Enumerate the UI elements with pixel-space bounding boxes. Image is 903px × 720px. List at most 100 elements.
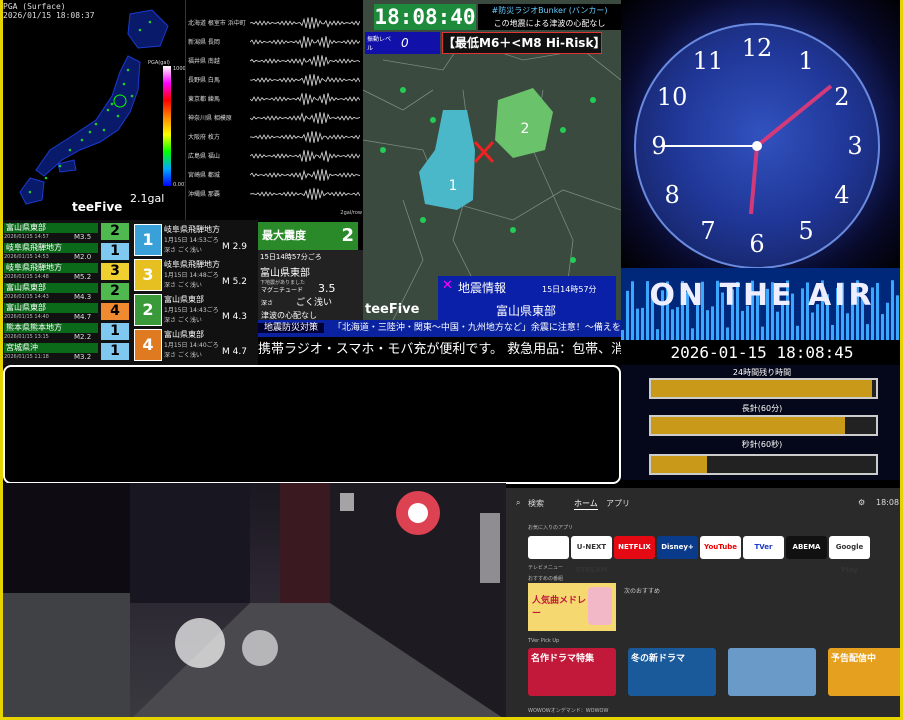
bunker-title: #防災ラジオBunker (バンカー) bbox=[491, 6, 608, 15]
quake-card: 3 岐阜県飛騨地方 1月15日 14:48ごろ 深さ ごく浅い M 5.2 bbox=[134, 257, 256, 291]
card-mag: M 4.3 bbox=[222, 312, 247, 322]
history-time: 2026/01/15 14:53 bbox=[4, 254, 49, 260]
tver-card[interactable] bbox=[728, 648, 816, 696]
ticker-scroll: 携帯ラジオ・スマホ・モバ充が便利です。 救急用品：包帯、消毒液、常 bbox=[258, 337, 621, 362]
card-place: 岐阜県飛騨地方 bbox=[164, 225, 220, 234]
app-tile[interactable]: NETFLIX bbox=[614, 536, 655, 559]
onair-text: ON THE AIR bbox=[649, 278, 875, 313]
analog-clock: 12 1234567891011 bbox=[634, 23, 880, 269]
waveform-row: 大阪府 枚方 bbox=[186, 130, 364, 145]
card-place: 富山県東部 bbox=[164, 295, 204, 304]
bunker-box: #防災ラジオBunker (バンカー) この地震による津波の心配なし bbox=[478, 4, 621, 30]
history-mag: M2.2 bbox=[74, 333, 92, 341]
pga-scale-max: 1000 bbox=[173, 66, 186, 72]
promo-right-title: 次のおすすめ bbox=[624, 588, 661, 595]
bar-minute bbox=[649, 415, 878, 436]
history-intensity: 1 bbox=[101, 243, 129, 260]
card-time: 1月15日 14:53ごろ bbox=[164, 237, 219, 244]
card-mag: M 5.2 bbox=[222, 277, 247, 287]
card-depth: 深さ ごく浅い bbox=[164, 282, 202, 289]
card-intensity: 4 bbox=[134, 329, 162, 361]
bar-second-label: 秒針(60秒) bbox=[741, 440, 783, 449]
history-intensity: 1 bbox=[101, 343, 129, 360]
history-mag: M4.3 bbox=[74, 293, 92, 301]
waveform-row: 福井県 南越 bbox=[186, 55, 364, 69]
history-place: 富山県東部 bbox=[4, 303, 98, 313]
tv-time: 18:08 bbox=[876, 498, 900, 507]
promo-card[interactable]: 人気曲メドレー bbox=[528, 583, 616, 631]
card-place: 富山県東部 bbox=[164, 330, 204, 339]
tver-card[interactable]: 冬の新ドラマ bbox=[628, 648, 716, 696]
history-intensity: 3 bbox=[101, 263, 129, 280]
waveform-row: 北海道 根室市 浜中町 bbox=[186, 17, 364, 31]
app-tile[interactable]: U-NEXT STREAM bbox=[571, 536, 612, 574]
history-place: 宮城県沖 bbox=[4, 343, 98, 353]
card-depth: 深さ ごく浅い bbox=[164, 352, 202, 359]
station-label: 新潟県 長岡 bbox=[188, 39, 220, 46]
search-tab[interactable]: 検索 bbox=[528, 498, 544, 509]
card-intensity: 1 bbox=[134, 224, 162, 256]
search-icon[interactable]: ⌕ bbox=[516, 498, 520, 508]
history-place: 岐阜県飛騨地方 bbox=[4, 263, 98, 273]
epicenter-box: 15日14時57分ごろ 富山県東部 下地震がありました マグニチュード 3.5 … bbox=[258, 250, 363, 320]
history-mag: M2.0 bbox=[74, 253, 92, 261]
card-time: 1月15日 14:48ごろ bbox=[164, 272, 219, 279]
card-time: 1月15日 14:40ごろ bbox=[164, 342, 219, 349]
history-mag: M3.5 bbox=[74, 233, 92, 241]
app-tile[interactable] bbox=[528, 536, 569, 559]
app-tile[interactable]: ABEMA bbox=[786, 536, 827, 559]
bunker-subtitle: この地震による津波の心配なし bbox=[493, 19, 606, 28]
history-place: 熊本県熊本地方 bbox=[4, 323, 98, 333]
app-tile[interactable]: TVer bbox=[743, 536, 784, 559]
history-panel: 富山県東部 2026/01/15 14:57 M3.5 2 岐阜県飛騨地方 2026/01… bbox=[0, 220, 258, 365]
waveform-panel: 北海道 根室市 浜中町 新潟県 長岡 福井県 南越 長野県 白馬 東京都 練馬 神奈川県 … bbox=[185, 0, 364, 220]
card-mag: M 4.7 bbox=[222, 347, 247, 357]
bar-second bbox=[649, 454, 878, 475]
clock-numeral: 4 bbox=[834, 181, 849, 209]
app-tile[interactable]: YouTube bbox=[700, 536, 741, 559]
blank-panel bbox=[3, 365, 621, 484]
history-row: 富山県東部 2026/01/15 14:57 M3.5 2 bbox=[2, 222, 130, 241]
card-intensity: 2 bbox=[134, 294, 162, 326]
waveform-row: 神奈川県 相模原 bbox=[186, 111, 364, 126]
clock-numeral: 2 bbox=[834, 83, 849, 111]
quake-card: 1 岐阜県飛騨地方 1月15日 14:53ごろ 深さ ごく浅い M 2.9 bbox=[134, 222, 256, 256]
waveform-row: 長野県 白馬 bbox=[186, 74, 364, 88]
max-intensity-value: 2 bbox=[341, 225, 354, 246]
history-time: 2026/01/15 14:48 bbox=[4, 274, 49, 280]
clock-numeral: 12 bbox=[742, 34, 773, 62]
bar-24h bbox=[649, 378, 878, 399]
clock-numeral: 5 bbox=[798, 217, 813, 245]
history-place: 岐阜県飛騨地方 bbox=[4, 243, 98, 253]
tv-menu-label: テレビメニュー bbox=[528, 565, 564, 571]
apps-tab[interactable]: アプリ bbox=[606, 498, 630, 509]
camera-scene bbox=[0, 483, 506, 720]
history-mag: M4.7 bbox=[74, 313, 92, 321]
promo-title: 人気曲メドレー bbox=[532, 596, 587, 619]
epicenter-depth: ごく浅い bbox=[296, 298, 333, 308]
history-time: 2026/01/15 13:15 bbox=[4, 334, 49, 340]
card-mag: M 2.9 bbox=[222, 242, 247, 252]
analog-clock-panel: 12 1 2 3 4 5 6 7 8 9 10 11 bbox=[621, 0, 903, 270]
epicenter-depth-label: 深さ bbox=[261, 300, 274, 307]
recommend-label: おすすめの番組 bbox=[528, 576, 564, 582]
tver-label: TVer Pick Up bbox=[528, 638, 560, 644]
tver-card[interactable]: 名作ドラマ特集 bbox=[528, 648, 616, 696]
history-place: 富山県東部 bbox=[4, 283, 98, 293]
clock-numeral: 11 bbox=[693, 47, 724, 75]
station-label: 長野県 白馬 bbox=[188, 77, 220, 84]
home-tab[interactable]: ホーム bbox=[574, 498, 598, 510]
history-place: 富山県東部 bbox=[4, 223, 98, 233]
gear-icon[interactable]: ⚙ bbox=[858, 498, 865, 507]
level-value: 0 bbox=[401, 36, 409, 50]
app-tile[interactable]: Disney+ bbox=[657, 536, 698, 559]
max-intensity-label: 最大震度 bbox=[262, 229, 306, 242]
history-mag: M5.2 bbox=[74, 273, 92, 281]
max-intensity: 最大震度 2 bbox=[258, 222, 358, 250]
fav-apps-label: お気に入りのアプリ bbox=[528, 525, 574, 531]
time-bars: 24時間残り時間 長針(60分) 秒針(60秒) bbox=[621, 365, 903, 480]
app-tile[interactable]: Google Play bbox=[829, 536, 870, 574]
tver-card[interactable]: 予告配信中 bbox=[828, 648, 903, 696]
station-label: 宮崎県 都城 bbox=[188, 172, 220, 179]
epicenter-time: 15日14時57分ごろ bbox=[260, 253, 322, 261]
